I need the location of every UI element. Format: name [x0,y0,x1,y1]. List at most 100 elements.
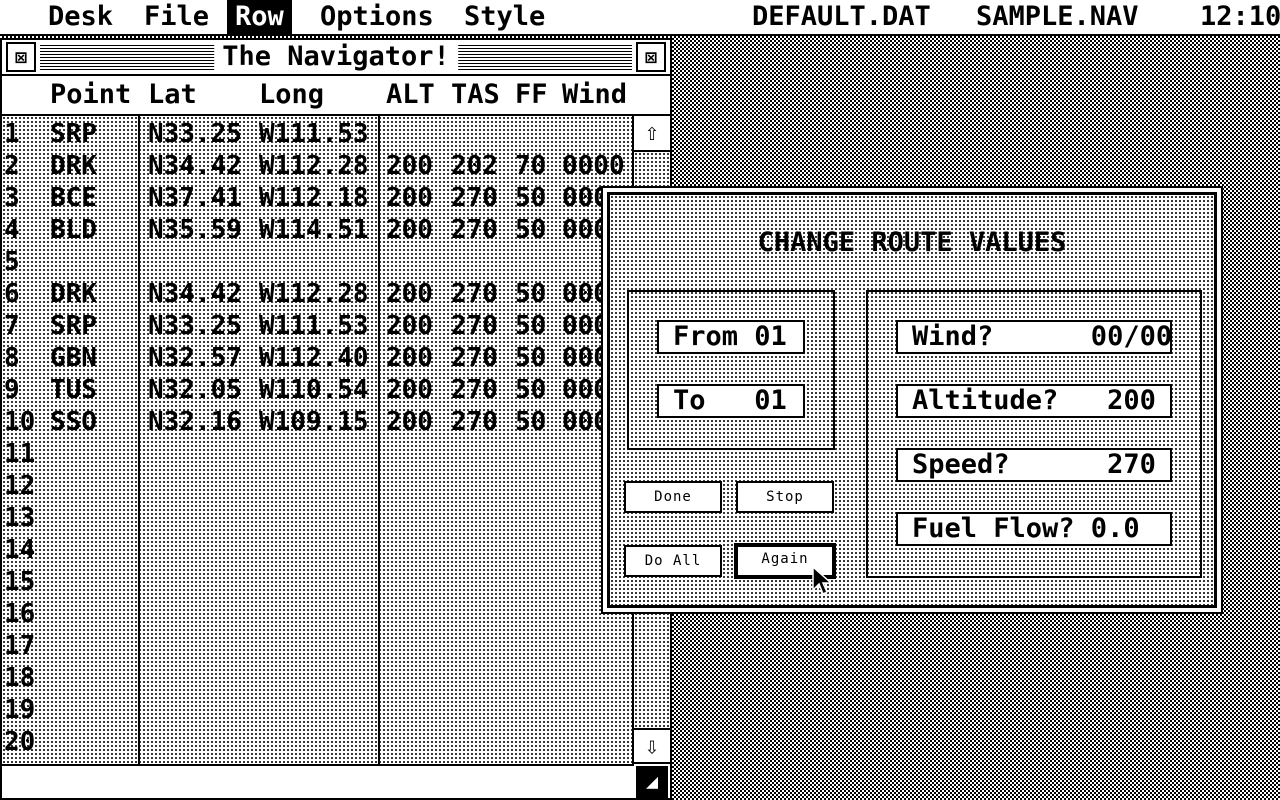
cell-lat[interactable]: N32.05 [148,374,242,406]
cell-long[interactable]: W111.53 [259,310,369,342]
done-button[interactable]: Done [624,481,722,513]
cell-num[interactable]: 18 [4,662,35,694]
cell-tas[interactable]: 270 [451,342,498,374]
cell-ff[interactable]: 50 [515,278,546,310]
close-icon[interactable]: ⊠ [6,42,36,72]
cell-num[interactable]: 11 [4,438,35,470]
cell-ff[interactable]: 70 [515,150,546,182]
altitude-field[interactable]: Altitude? 200 [896,384,1172,418]
cell-point[interactable]: DRK [50,278,97,310]
cell-point[interactable]: GBN [50,342,97,374]
cell-num[interactable]: 12 [4,470,35,502]
cell-tas[interactable]: 270 [451,374,498,406]
cell-alt[interactable]: 200 [386,406,433,438]
column-divider [138,116,140,764]
cell-point[interactable]: SSO [50,406,97,438]
route-table[interactable]: 1 SRP N33.25 W111.53 2 DRK N34.42 W112.28 200 202… [2,116,634,764]
cell-lat[interactable]: N33.25 [148,118,242,150]
cell-num[interactable]: 5 [4,246,20,278]
cell-num[interactable]: 20 [4,726,35,758]
cell-ff[interactable]: 50 [515,342,546,374]
cell-alt[interactable]: 200 [386,150,433,182]
menu-options[interactable]: Options [312,0,442,34]
cell-ff[interactable]: 50 [515,182,546,214]
from-field[interactable]: From 01 [657,320,805,354]
menu-style[interactable]: Style [456,0,553,34]
cell-tas[interactable]: 270 [451,406,498,438]
cell-num[interactable]: 8 [4,342,20,374]
cell-tas[interactable]: 270 [451,310,498,342]
menu-desk[interactable]: Desk [40,0,121,34]
cell-point[interactable]: SRP [50,310,97,342]
cell-long[interactable]: W114.51 [259,214,369,246]
cell-num[interactable]: 10 [4,406,35,438]
cell-alt[interactable]: 200 [386,342,433,374]
cell-alt[interactable]: 200 [386,310,433,342]
cell-long[interactable]: W109.15 [259,406,369,438]
cell-tas[interactable]: 202 [451,150,498,182]
wind-field[interactable]: Wind? 00/00 [896,320,1172,354]
cell-num[interactable]: 15 [4,566,35,598]
cell-num[interactable]: 7 [4,310,20,342]
cell-tas[interactable]: 270 [451,214,498,246]
cell-lat[interactable]: N33.25 [148,310,242,342]
speed-field[interactable]: Speed? 270 [896,448,1172,482]
cell-ff[interactable]: 50 [515,406,546,438]
cell-lat[interactable]: N32.16 [148,406,242,438]
column-header: Point Lat Long ALT TAS FF Wind [2,76,670,116]
fuel-flow-field[interactable]: Fuel Flow? 0.0 [896,512,1172,546]
cell-long[interactable]: W112.18 [259,182,369,214]
cell-lat[interactable]: N32.57 [148,342,242,374]
cell-long[interactable]: W112.40 [259,342,369,374]
cell-num[interactable]: 16 [4,598,35,630]
scroll-down-icon[interactable]: ⇩ [634,728,670,764]
cell-ff[interactable]: 50 [515,214,546,246]
cell-long[interactable]: W111.53 [259,118,369,150]
cell-ff[interactable]: 50 [515,374,546,406]
cell-num[interactable]: 1 [4,118,20,150]
cell-point[interactable]: DRK [50,150,97,182]
cell-num[interactable]: 4 [4,214,20,246]
horizontal-scrollbar[interactable] [2,764,634,798]
cell-num[interactable]: 3 [4,182,20,214]
cell-lat[interactable]: N37.41 [148,182,242,214]
cell-num[interactable]: 14 [4,534,35,566]
range-group: From 01 To 01 [627,290,835,450]
cell-lat[interactable]: N34.42 [148,150,242,182]
stop-button[interactable]: Stop [736,481,834,513]
cell-long[interactable]: W110.54 [259,374,369,406]
cell-long[interactable]: W112.28 [259,150,369,182]
nav-file-name: SAMPLE.NAV [976,1,1139,32]
fuller-icon[interactable]: ⊠ [636,42,666,72]
cell-point[interactable]: BCE [50,182,97,214]
cell-point[interactable]: BLD [50,214,97,246]
title-bar[interactable]: ⊠ The Navigator! ⊠ [2,40,670,76]
cell-tas[interactable]: 270 [451,278,498,310]
cell-ff[interactable]: 50 [515,310,546,342]
cell-lat[interactable]: N34.42 [148,278,242,310]
scroll-up-icon[interactable]: ⇧ [634,116,670,152]
cell-alt[interactable]: 200 [386,278,433,310]
cell-num[interactable]: 9 [4,374,20,406]
do-all-button[interactable]: Do All [624,545,722,577]
cell-wind[interactable]: 0000 [562,150,625,182]
cell-num[interactable]: 17 [4,630,35,662]
col-wind: Wind [562,79,628,110]
cell-num[interactable]: 19 [4,694,35,726]
menu-file[interactable]: File [136,0,217,34]
resize-icon[interactable]: ◢ [636,766,668,798]
change-route-dialog: CHANGE ROUTE VALUES From 01 To 01 Wind? … [601,186,1223,614]
cell-alt[interactable]: 200 [386,182,433,214]
to-field[interactable]: To 01 [657,384,805,418]
cell-long[interactable]: W112.28 [259,278,369,310]
cell-point[interactable]: TUS [50,374,97,406]
menu-row[interactable]: Row [227,0,292,34]
cell-alt[interactable]: 200 [386,374,433,406]
cell-tas[interactable]: 270 [451,182,498,214]
cell-point[interactable]: SRP [50,118,97,150]
cell-num[interactable]: 6 [4,278,20,310]
cell-num[interactable]: 2 [4,150,20,182]
cell-lat[interactable]: N35.59 [148,214,242,246]
cell-alt[interactable]: 200 [386,214,433,246]
cell-num[interactable]: 13 [4,502,35,534]
